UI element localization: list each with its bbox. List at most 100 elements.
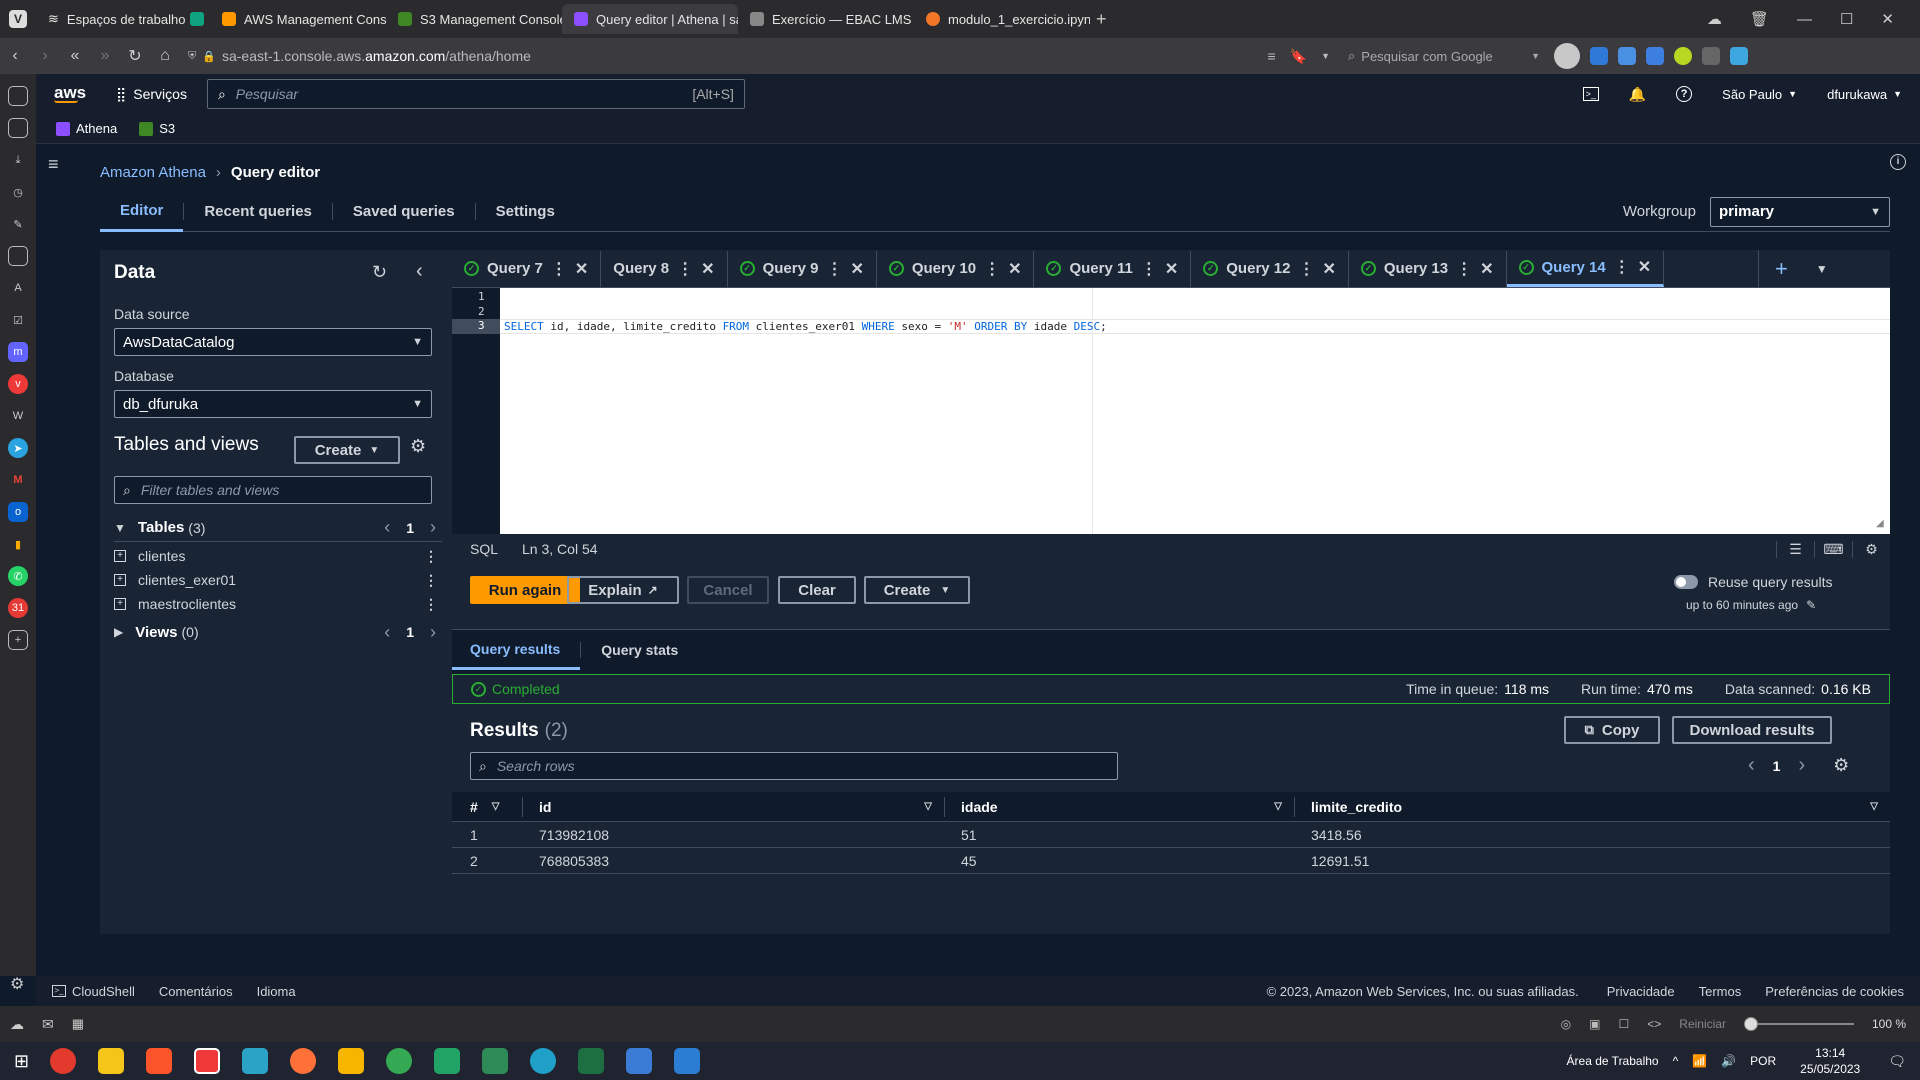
page-actions-icon[interactable]: <>: [1647, 1017, 1661, 1031]
tab-ebac[interactable]: Exercício — EBAC LMS: [738, 4, 914, 34]
settings-gear-icon[interactable]: ⚙: [410, 436, 426, 457]
tab-actions-kebab-icon[interactable]: ⋮: [826, 259, 842, 279]
defender-icon[interactable]: [626, 1048, 653, 1074]
query-tab[interactable]: ✓ Query 14 ⋮ ✕: [1506, 250, 1665, 287]
services-menu[interactable]: ⣿ Serviços: [116, 86, 187, 103]
back-icon[interactable]: ‹: [0, 47, 30, 65]
chat-app-icon[interactable]: [434, 1048, 461, 1074]
input-language[interactable]: POR: [1750, 1054, 1776, 1068]
extension-icon[interactable]: [1618, 47, 1636, 65]
network-icon[interactable]: 📶: [1692, 1054, 1707, 1068]
terms-link[interactable]: Termos: [1699, 984, 1742, 999]
url-field[interactable]: ⛨ 🔒 sa-east-1.console.aws.amazon.com/ath…: [180, 42, 1340, 70]
analytics-icon[interactable]: ▮: [8, 534, 28, 554]
close-tab-icon[interactable]: ✕: [1322, 259, 1335, 279]
outlook-icon[interactable]: o: [8, 502, 28, 522]
calendar-icon[interactable]: 31: [8, 598, 28, 618]
table-list-item[interactable]: + maestroclientes ⋮: [100, 592, 452, 616]
reader-icon[interactable]: ≡: [1267, 48, 1275, 64]
next-page-icon[interactable]: ›: [430, 517, 436, 538]
table-actions-kebab-icon[interactable]: ⋮: [424, 548, 438, 565]
tab-actions-kebab-icon[interactable]: ⋮: [551, 259, 567, 279]
aws-search-input[interactable]: ⌕ Pesquisar [Alt+S]: [206, 79, 745, 109]
firefox-icon[interactable]: [290, 1048, 317, 1074]
views-section-header[interactable]: ▶ Views (0) ‹ 1 ›: [114, 618, 442, 646]
tab-overflow-icon[interactable]: ▼: [1816, 262, 1828, 276]
translate-icon[interactable]: [1646, 47, 1664, 65]
table-list-item[interactable]: + clientes ⋮: [100, 544, 452, 568]
table-row[interactable]: 1 713982108 51 3418.56: [452, 822, 1890, 848]
new-query-tab-button[interactable]: +: [1775, 256, 1788, 282]
new-tab-button[interactable]: +: [1096, 9, 1107, 30]
tab-colab[interactable]: modulo_1_exercicio.ipynb -: [914, 4, 1090, 34]
create-table-button[interactable]: Create ▼: [294, 436, 400, 464]
prev-page-icon[interactable]: ‹: [1748, 754, 1755, 777]
workspaces-button[interactable]: ≋ Espaços de trabalho ▼: [36, 4, 186, 34]
query-tab[interactable]: ✓ Query 11 ⋮ ✕: [1034, 250, 1192, 287]
query-tab[interactable]: Query 8 ⋮ ✕: [601, 250, 728, 287]
zoom-reset-label[interactable]: Reiniciar: [1679, 1017, 1726, 1031]
capture-icon[interactable]: ◎: [1561, 1017, 1571, 1031]
close-window-button[interactable]: ✕: [1881, 10, 1894, 28]
tables-section-header[interactable]: ▼ Tables (3) ‹ 1 ›: [114, 514, 442, 542]
mail-icon[interactable]: ✉: [42, 1016, 54, 1033]
downloads-icon[interactable]: ⤓: [8, 150, 28, 170]
history-icon[interactable]: ◷: [8, 182, 28, 202]
workgroup-select[interactable]: primary ▼: [1710, 196, 1890, 227]
toggle-switch[interactable]: [1674, 575, 1698, 589]
tab-editor[interactable]: Editor: [100, 192, 184, 232]
next-page-icon[interactable]: ›: [1798, 754, 1805, 777]
page-tiling-icon[interactable]: ☐: [1619, 1017, 1630, 1031]
data-source-select[interactable]: AwsDataCatalog ▼: [114, 328, 432, 356]
create-menu-button[interactable]: Create ▼: [864, 576, 970, 604]
cloud-icon[interactable]: ☁: [1707, 10, 1722, 28]
feedback-link[interactable]: Comentários: [159, 984, 233, 999]
explain-button[interactable]: Explain ↗: [567, 576, 679, 604]
file-explorer-icon[interactable]: [98, 1048, 125, 1074]
table-row[interactable]: 2 768805383 45 12691.51: [452, 848, 1890, 874]
aws-logo[interactable]: aws: [54, 84, 88, 103]
tab-actions-kebab-icon[interactable]: ⋮: [1141, 259, 1157, 279]
tasks-icon[interactable]: ☑: [8, 310, 28, 330]
word-icon[interactable]: [674, 1048, 701, 1074]
language-link[interactable]: Idioma: [257, 984, 296, 999]
column-header-index[interactable]: # ▽: [452, 799, 522, 815]
fast-forward-icon[interactable]: »: [90, 47, 120, 65]
tab-actions-kebab-icon[interactable]: ⋮: [1614, 257, 1630, 277]
table-actions-kebab-icon[interactable]: ⋮: [424, 572, 438, 589]
calendar-icon[interactable]: ▦: [72, 1016, 84, 1032]
copy-button[interactable]: ⧉ Copy: [1564, 716, 1660, 744]
table-list-item[interactable]: + clientes_exer01 ⋮: [100, 568, 452, 592]
table-preferences-icon[interactable]: ⚙: [1833, 755, 1849, 776]
close-tab-icon[interactable]: ✕: [1480, 259, 1493, 279]
edge-icon[interactable]: [530, 1048, 557, 1074]
reading-list-icon[interactable]: [8, 118, 28, 138]
outlook-taskbar-icon[interactable]: [482, 1048, 509, 1074]
close-tab-icon[interactable]: ✕: [701, 259, 714, 279]
cookie-preferences-link[interactable]: Preferências de cookies: [1765, 984, 1904, 999]
profile-avatar[interactable]: [1554, 43, 1580, 69]
breadcrumb-root-link[interactable]: Amazon Athena: [100, 164, 206, 181]
tab-actions-kebab-icon[interactable]: ⋮: [984, 259, 1000, 279]
table-actions-kebab-icon[interactable]: ⋮: [424, 596, 438, 613]
dropdown-icon[interactable]: ▼: [1321, 51, 1330, 61]
trash-icon[interactable]: 🗑: [1750, 10, 1769, 28]
privacy-link[interactable]: Privacidade: [1607, 984, 1675, 999]
close-tab-icon[interactable]: ✕: [850, 259, 863, 279]
notes-icon[interactable]: ✎: [8, 214, 28, 234]
collapse-panel-icon[interactable]: ‹: [416, 260, 423, 283]
tab-actions-kebab-icon[interactable]: ⋮: [677, 259, 693, 279]
tab-aws-console[interactable]: AWS Management Console: [210, 4, 386, 34]
extension-icon[interactable]: [1730, 47, 1748, 65]
tab-query-results[interactable]: Query results: [452, 630, 581, 670]
tab-settings[interactable]: Settings: [474, 203, 575, 220]
desktop-toolbar-label[interactable]: Área de Trabalho: [1567, 1054, 1659, 1068]
volume-icon[interactable]: 🔊: [1721, 1054, 1736, 1068]
query-tab[interactable]: ✓ Query 12 ⋮ ✕: [1191, 250, 1349, 287]
clear-button[interactable]: Clear: [778, 576, 856, 604]
bookmark-icon[interactable]: 🔖: [1290, 48, 1307, 65]
close-tab-icon[interactable]: ✕: [1008, 259, 1021, 279]
column-header-id[interactable]: id ▽: [522, 796, 944, 817]
settings-gear-icon[interactable]: ⚙: [10, 974, 24, 994]
clock[interactable]: 13:14 25/05/2023: [1800, 1045, 1860, 1077]
